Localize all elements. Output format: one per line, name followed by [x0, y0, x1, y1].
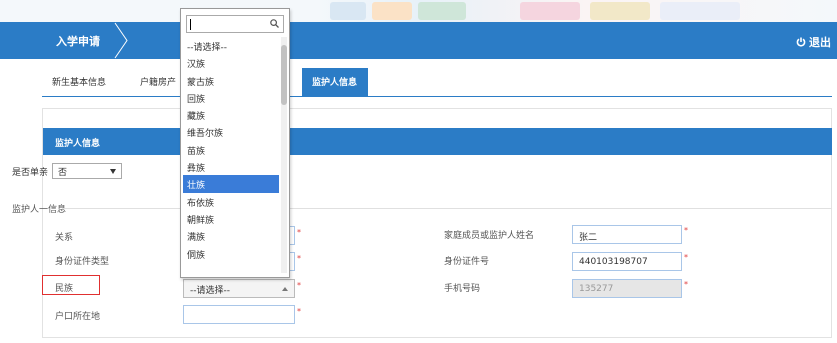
- caret-down-icon: [110, 168, 117, 174]
- phone-label: 手机号码: [444, 284, 481, 294]
- required-mark: *: [684, 226, 688, 235]
- breadcrumb-admission[interactable]: 入学申请: [36, 22, 134, 59]
- id-type-label: 身份证件类型: [55, 257, 110, 267]
- section-divider: [62, 208, 832, 209]
- breadcrumb-arrow-icon: [114, 22, 128, 59]
- required-mark: *: [297, 281, 301, 290]
- required-mark: *: [297, 254, 301, 263]
- banner-decoration: [418, 2, 466, 20]
- ethnicity-dropdown[interactable]: --请选择-- 汉族 蒙古族 回族 藏族 维吾尔族 苗族 彝族 壮族 布依族 朝…: [180, 8, 290, 278]
- single-parent-label: 是否单亲: [12, 167, 49, 178]
- dropdown-scrollbar[interactable]: [281, 37, 287, 273]
- dropdown-option[interactable]: 汉族: [183, 54, 279, 71]
- dropdown-option[interactable]: 维吾尔族: [183, 123, 279, 140]
- top-navbar: 入学申请 退出: [0, 22, 837, 59]
- tab-underline: [42, 96, 832, 97]
- required-mark: *: [684, 253, 688, 262]
- banner-decoration: [660, 2, 740, 20]
- member-name-input[interactable]: 张二: [572, 225, 682, 244]
- dropdown-option[interactable]: 蒙古族: [183, 72, 279, 89]
- member-name-label: 家庭成员或监护人姓名: [444, 231, 535, 241]
- required-mark: *: [684, 280, 688, 289]
- dropdown-option[interactable]: 苗族: [183, 141, 279, 158]
- dropdown-option[interactable]: 侗族: [183, 245, 279, 262]
- tab-student-info[interactable]: 新生基本信息: [42, 68, 130, 96]
- id-number-input[interactable]: 440103198707: [572, 252, 682, 271]
- header-banner: [0, 0, 837, 22]
- highlight-box: [42, 275, 100, 295]
- panel-title: 监护人信息: [43, 128, 832, 155]
- dropdown-option[interactable]: 朝鲜族: [183, 210, 279, 227]
- guardian-panel: 监护人信息: [42, 108, 832, 338]
- nav-title: 入学申请: [56, 35, 100, 48]
- dropdown-option[interactable]: 布依族: [183, 193, 279, 210]
- tab-guardian-info[interactable]: 监护人信息: [302, 68, 368, 96]
- banner-decoration: [590, 2, 650, 20]
- logout-label: 退出: [809, 36, 831, 49]
- dropdown-option[interactable]: 藏族: [183, 106, 279, 123]
- logout-button[interactable]: 退出: [796, 34, 831, 50]
- section-title: 监护人一信息: [12, 205, 67, 215]
- phone-input[interactable]: 135277: [572, 279, 682, 298]
- single-parent-select[interactable]: 否: [52, 163, 123, 179]
- ethnicity-value: --请选择--: [190, 286, 230, 296]
- dropdown-option[interactable]: 回族: [183, 89, 279, 106]
- required-mark: *: [297, 228, 301, 237]
- power-icon: [796, 37, 806, 47]
- relation-label: 关系: [55, 233, 74, 243]
- text-cursor: [190, 19, 191, 30]
- dropdown-option-selected[interactable]: 壮族: [183, 175, 279, 193]
- id-number-label: 身份证件号: [444, 257, 490, 267]
- single-parent-row: 是否单亲 否: [12, 163, 123, 179]
- hukou-label: 户口所在地: [55, 312, 101, 322]
- banner-decoration: [520, 2, 580, 20]
- banner-decoration: [330, 2, 366, 20]
- dropdown-option[interactable]: --请选择--: [183, 37, 279, 54]
- single-parent-value: 否: [58, 167, 68, 178]
- caret-up-icon: [282, 287, 288, 291]
- dropdown-search-input[interactable]: [186, 15, 284, 33]
- search-icon: [270, 19, 279, 28]
- banner-decoration: [372, 2, 412, 20]
- ethnicity-select[interactable]: --请选择--: [183, 279, 295, 298]
- dropdown-option[interactable]: 满族: [183, 227, 279, 244]
- required-mark: *: [297, 307, 301, 316]
- scrollbar-thumb[interactable]: [281, 45, 287, 105]
- dropdown-option[interactable]: 彝族: [183, 158, 279, 175]
- hukou-input[interactable]: [183, 305, 295, 324]
- dropdown-options: --请选择-- 汉族 蒙古族 回族 藏族 维吾尔族 苗族 彝族 壮族 布依族 朝…: [183, 37, 279, 262]
